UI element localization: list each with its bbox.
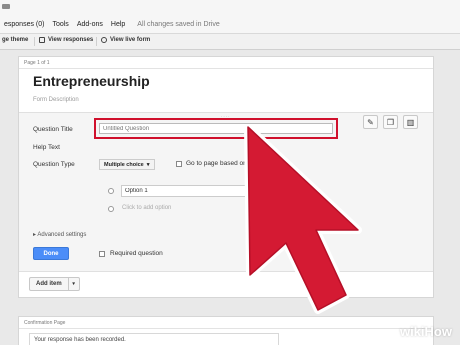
required-question-label: Required question	[110, 250, 163, 257]
view-live-form-button[interactable]: View live form	[101, 37, 150, 43]
copy-icon: ❐	[386, 117, 395, 127]
delete-question-button[interactable]: ▥	[403, 115, 418, 129]
add-option-link[interactable]: Click to add option	[122, 205, 171, 211]
advanced-settings-label: Advanced settings	[37, 232, 87, 238]
menu-responses[interactable]: esponses (0)	[4, 21, 44, 28]
menu-tools[interactable]: Tools	[52, 21, 68, 28]
responses-icon	[39, 37, 45, 43]
watermark-how: How	[424, 324, 452, 339]
go-to-page-checkbox[interactable]	[176, 161, 182, 167]
duplicate-question-button[interactable]: ❐	[383, 115, 398, 129]
form-title[interactable]: Entrepreneurship	[33, 73, 150, 89]
pencil-icon: ✎	[367, 117, 374, 127]
triangle-right-icon: ▸	[33, 232, 37, 238]
add-option-radio	[108, 206, 114, 212]
question-type-value: Multiple choice	[104, 161, 144, 168]
chevron-down-icon: ▾	[146, 161, 150, 168]
change-theme-button[interactable]: ge theme	[2, 37, 28, 43]
confirmation-message[interactable]: Your response has been recorded.	[29, 333, 279, 345]
go-to-page-label: Go to page based on answ	[186, 160, 264, 167]
add-item-label: Add item	[36, 281, 62, 287]
divider	[19, 68, 433, 69]
menu-help[interactable]: Help	[111, 21, 125, 28]
page-label: Page 1 of 1	[24, 60, 50, 66]
question-title-label: Question Title	[33, 126, 73, 133]
menu-addons[interactable]: Add-ons	[77, 21, 103, 28]
save-status: All changes saved in Drive	[137, 21, 220, 28]
done-button[interactable]: Done	[33, 247, 69, 260]
required-checkbox[interactable]	[99, 251, 105, 257]
screen: esponses (0) Tools Add-ons Help All chan…	[0, 0, 460, 345]
option-1-input[interactable]	[121, 185, 261, 197]
watermark-wiki: wiki	[399, 324, 425, 339]
menu-items: esponses (0) Tools Add-ons Help All chan…	[4, 21, 220, 28]
question-title-input[interactable]	[99, 123, 333, 134]
trash-icon: ▥	[406, 117, 415, 127]
option-1-radio	[108, 188, 114, 194]
confirmation-page-card: Confirmation Page Your response has been…	[18, 316, 434, 345]
toolbar-divider	[96, 37, 97, 46]
question-editor: :::: Question Title Help Text Question T…	[19, 112, 433, 272]
eye-icon	[101, 37, 107, 43]
confirmation-page-label: Confirmation Page	[24, 320, 66, 326]
chevron-down-icon[interactable]: ▾	[67, 278, 79, 290]
toolbar-divider	[34, 37, 35, 46]
folder-icon[interactable]	[2, 4, 10, 9]
view-live-form-label: View live form	[110, 37, 151, 43]
change-theme-label: ge theme	[2, 37, 29, 43]
wikihow-watermark: wikiHow	[400, 324, 452, 339]
help-text-label: Help Text	[33, 144, 60, 151]
form-description[interactable]: Form Description	[33, 97, 79, 103]
divider	[19, 328, 433, 329]
drag-handle[interactable]: ::::	[221, 115, 231, 121]
view-responses-button[interactable]: View responses	[39, 37, 93, 43]
toolbar: ge theme View responses View live form	[0, 34, 460, 50]
edit-question-button[interactable]: ✎	[363, 115, 378, 129]
form-page-card: Page 1 of 1 Entrepreneurship Form Descri…	[18, 56, 434, 298]
question-type-label: Question Type	[33, 161, 75, 168]
add-item-button[interactable]: Add item ▾	[29, 277, 80, 291]
advanced-settings-toggle[interactable]: ▸ Advanced settings	[33, 231, 86, 238]
menu-bar: esponses (0) Tools Add-ons Help All chan…	[0, 0, 460, 34]
question-type-select[interactable]: Multiple choice ▾	[99, 159, 155, 170]
view-responses-label: View responses	[48, 37, 94, 43]
